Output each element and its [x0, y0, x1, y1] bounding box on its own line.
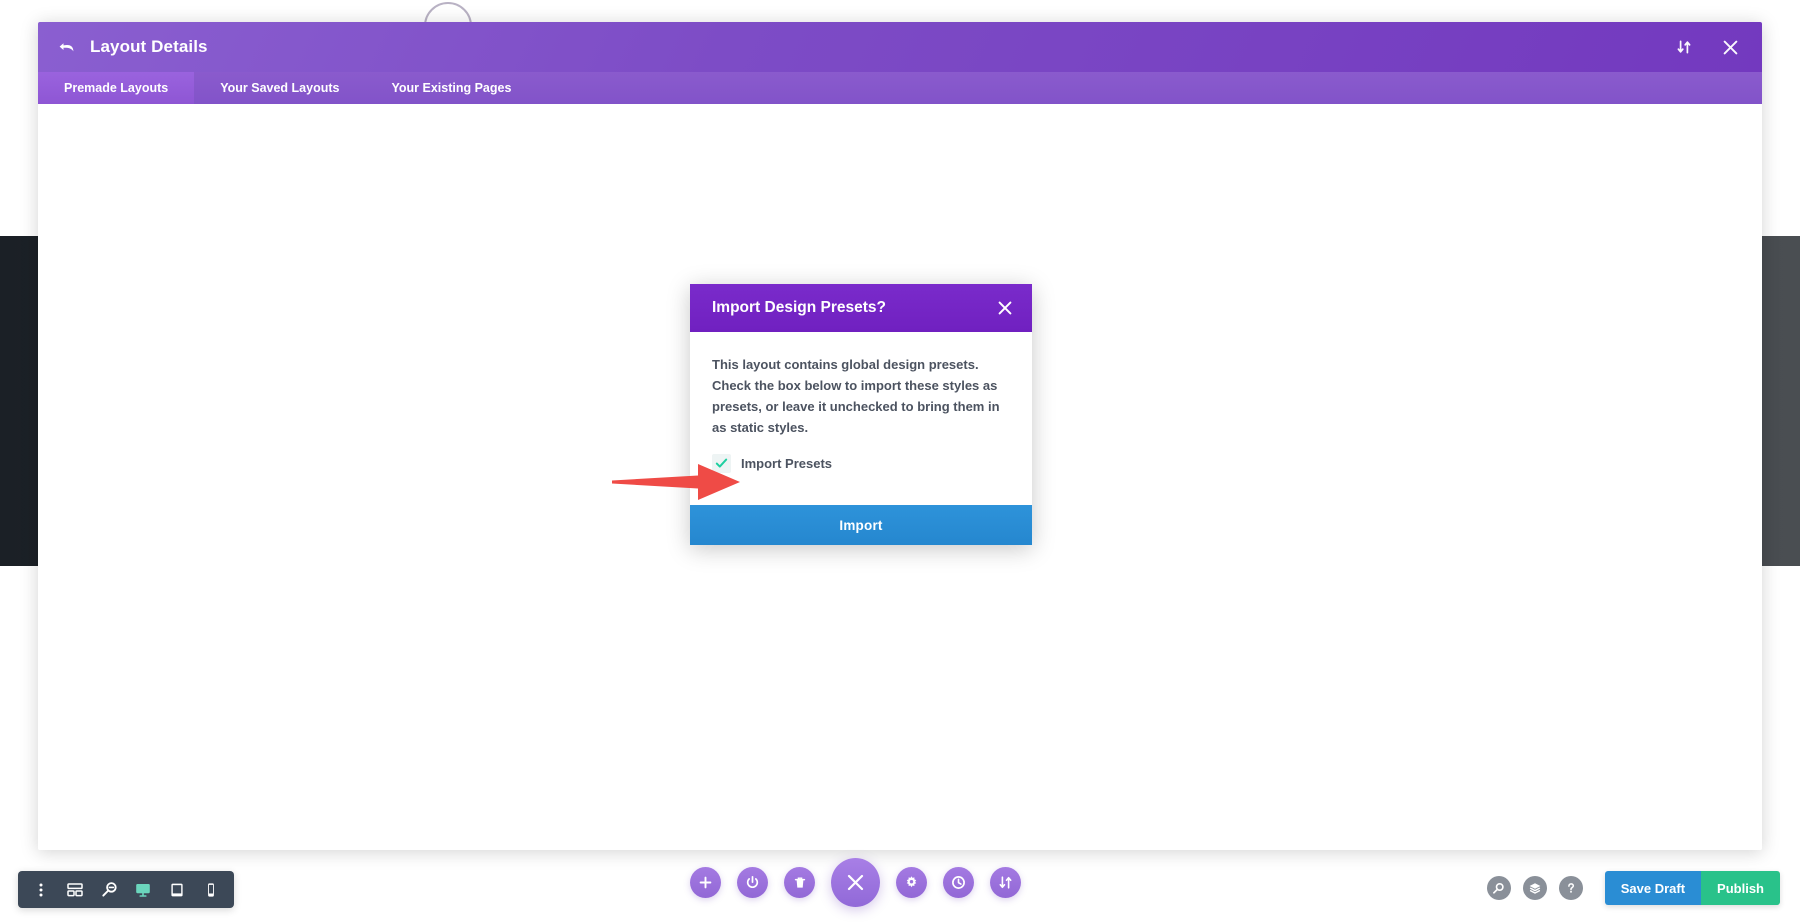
plus-icon[interactable]: [690, 867, 721, 898]
wireframe-grid-icon[interactable]: [58, 871, 92, 908]
zoom-out-icon[interactable]: [92, 871, 126, 908]
sort-updown-icon[interactable]: [990, 867, 1021, 898]
back-arrow-icon[interactable]: [56, 36, 78, 58]
screen-root: Layout Details Premade Layouts Your Save…: [0, 0, 1800, 923]
import-presets-checkbox-row: Import Presets: [712, 454, 1010, 474]
checkmark-icon: [715, 458, 728, 468]
history-clock-icon[interactable]: [943, 867, 974, 898]
phone-view-icon[interactable]: [194, 871, 228, 908]
sort-updown-icon[interactable]: [1674, 37, 1694, 57]
import-presets-label: Import Presets: [741, 456, 833, 472]
modal-content: This layout contains global design prese…: [690, 332, 1032, 506]
save-draft-button[interactable]: Save Draft: [1604, 871, 1702, 905]
page-title: Layout Details: [90, 37, 208, 56]
layers-icon[interactable]: [1522, 876, 1547, 900]
tablet-view-icon[interactable]: [160, 871, 194, 908]
layout-details-header: Layout Details: [38, 22, 1762, 72]
builder-right-toolbar: Save Draft Publish: [1486, 871, 1780, 905]
desktop-view-icon[interactable]: [126, 871, 160, 908]
import-design-presets-modal: Import Design Presets? This layout conta…: [690, 284, 1032, 546]
builder-main-toolbar: [690, 858, 1021, 907]
tab-your-existing-pages[interactable]: Your Existing Pages: [365, 72, 537, 104]
modal-header: Import Design Presets?: [690, 284, 1032, 332]
search-icon[interactable]: [1486, 876, 1511, 900]
close-x-icon[interactable]: [831, 858, 880, 907]
modal-body-text: This layout contains global design prese…: [712, 357, 1000, 436]
trash-icon[interactable]: [784, 867, 815, 898]
tab-premade-layouts[interactable]: Premade Layouts: [38, 72, 195, 104]
view-mode-toolbar: [18, 871, 234, 908]
kebab-menu-icon[interactable]: [24, 871, 58, 908]
help-question-icon[interactable]: [1558, 876, 1583, 900]
modal-title: Import Design Presets?: [712, 299, 886, 316]
close-icon[interactable]: [1720, 37, 1740, 57]
close-icon[interactable]: [994, 297, 1016, 319]
tab-your-saved-layouts[interactable]: Your Saved Layouts: [194, 72, 365, 104]
import-button[interactable]: Import: [690, 505, 1032, 546]
import-presets-checkbox[interactable]: [712, 454, 731, 474]
publish-button[interactable]: Publish: [1701, 871, 1780, 905]
power-icon[interactable]: [737, 867, 768, 898]
tab-label: Your Existing Pages: [391, 81, 512, 95]
gear-icon[interactable]: [896, 867, 927, 898]
save-publish-group: Save Draft Publish: [1604, 871, 1780, 905]
tab-label: Your Saved Layouts: [220, 81, 340, 95]
layout-details-tabs: Premade Layouts Your Saved Layouts Your …: [38, 72, 1762, 104]
tab-label: Premade Layouts: [64, 81, 169, 95]
layout-details-header-actions: [1674, 37, 1740, 57]
